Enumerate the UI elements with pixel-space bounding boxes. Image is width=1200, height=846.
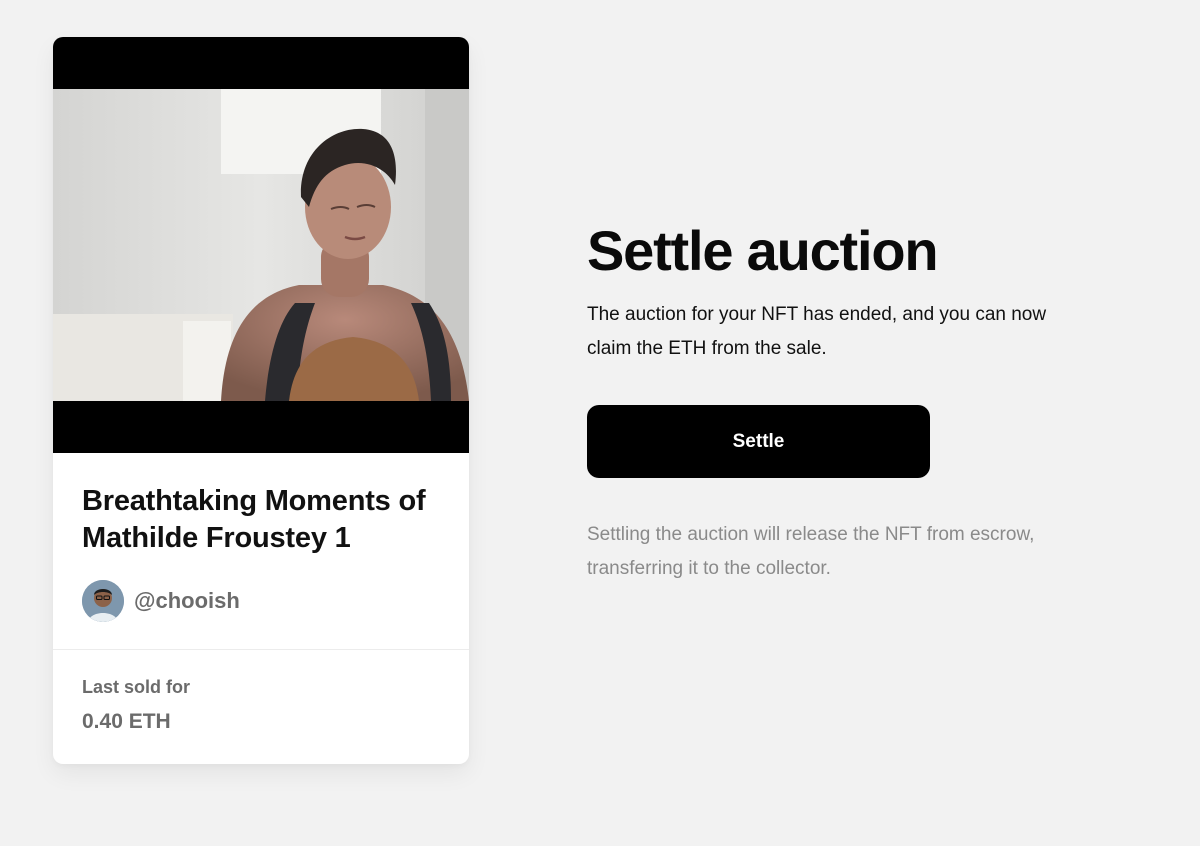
avatar-image (82, 580, 124, 622)
settle-note: Settling the auction will release the NF… (587, 524, 1035, 579)
settle-description: The auction for your NFT has ended, and … (587, 304, 1047, 359)
nft-media[interactable] (53, 37, 469, 453)
last-sold-price: 0.40 ETH (82, 710, 171, 733)
settle-button[interactable]: Settle (587, 405, 930, 478)
page-title: Settle auction (587, 219, 939, 282)
nft-card-body: Breathtaking Moments of Mathilde Frouste… (82, 483, 442, 622)
creator-avatar[interactable] (82, 580, 124, 622)
creator-handle[interactable]: @chooish (134, 588, 240, 614)
creator[interactable]: @chooish (82, 580, 442, 622)
last-sold-section: Last sold for 0.40 ETH (82, 677, 190, 734)
nft-title[interactable]: Breathtaking Moments of Mathilde Frouste… (82, 483, 442, 557)
settle-panel: Settle auction The auction for your NFT … (587, 218, 1087, 586)
nft-card[interactable]: Breathtaking Moments of Mathilde Frouste… (53, 37, 469, 764)
settle-auction-page: Breathtaking Moments of Mathilde Frouste… (0, 0, 1200, 846)
nft-video-still (53, 89, 469, 401)
card-divider (53, 649, 469, 650)
last-sold-label: Last sold for (82, 677, 191, 697)
